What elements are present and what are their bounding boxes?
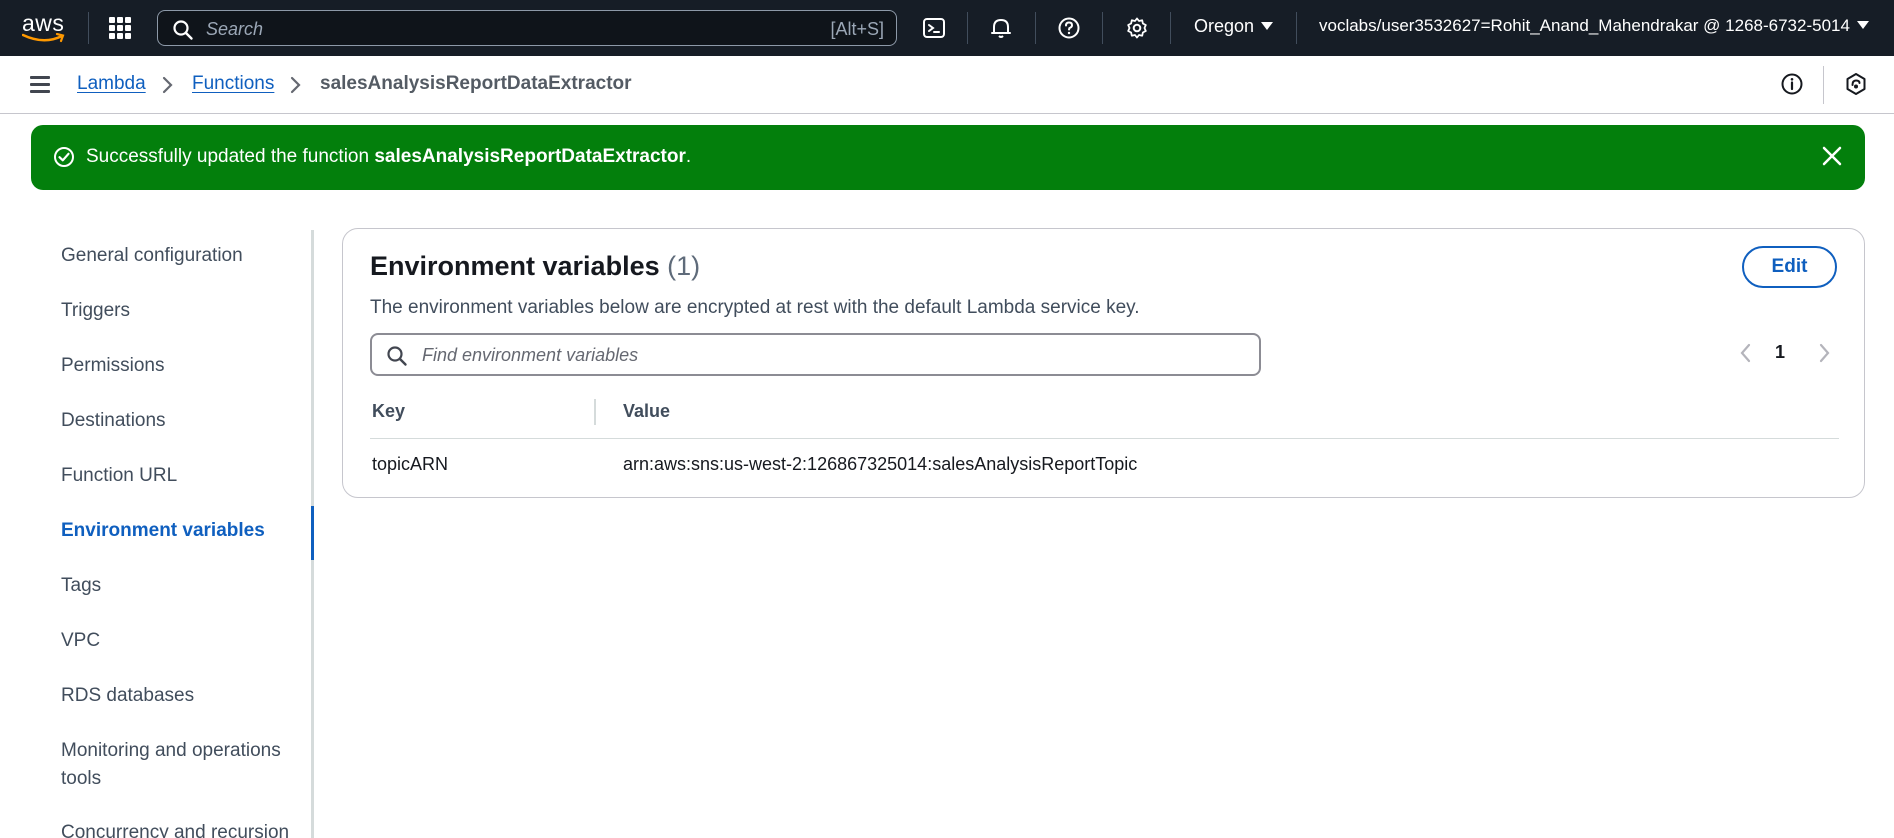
- flash-message: Successfully updated the function salesA…: [86, 146, 691, 168]
- chevron-right-icon: [162, 76, 173, 94]
- search-placeholder: Search: [206, 19, 264, 39]
- aws-smile-icon: [22, 33, 65, 43]
- flash-prefix: Successfully updated the function: [86, 146, 375, 167]
- chevron-right-icon[interactable]: [1817, 342, 1831, 364]
- sidenav-item-destinations[interactable]: Destinations: [61, 407, 166, 435]
- panel-count: (1): [667, 251, 701, 281]
- table-header-divider: [370, 438, 1839, 439]
- aws-logo[interactable]: aws: [20, 10, 68, 46]
- apps-icon[interactable]: [109, 17, 131, 39]
- sidenav-item-monitoring-line2[interactable]: tools: [61, 765, 101, 793]
- region-label: Oregon: [1194, 16, 1255, 36]
- panel-description: The environment variables below are encr…: [370, 297, 1140, 318]
- filter-placeholder: Find environment variables: [422, 345, 639, 365]
- menu-icon[interactable]: [30, 76, 50, 93]
- cloudshell-icon[interactable]: [922, 16, 946, 40]
- flash-function-name: salesAnalysisReportDataExtractor: [374, 146, 686, 167]
- region-selector[interactable]: Oregon: [1194, 16, 1274, 37]
- flash-suffix: .: [685, 146, 692, 167]
- close-icon[interactable]: [1821, 145, 1843, 167]
- chevron-right-icon: [290, 76, 301, 94]
- success-flash: Successfully updated the function salesA…: [31, 125, 1865, 190]
- caret-down-icon: [1261, 22, 1274, 30]
- breadcrumb-lambda[interactable]: Lambda: [77, 73, 146, 95]
- panel-title: Environment variables (1): [370, 251, 700, 282]
- notifications-hex-icon[interactable]: [1844, 72, 1868, 96]
- page-number[interactable]: 1: [1775, 342, 1785, 363]
- find-environment-variables-input[interactable]: Find environment variables: [370, 333, 1261, 376]
- divider: [88, 12, 89, 44]
- info-icon[interactable]: [1780, 72, 1804, 96]
- bell-icon[interactable]: [989, 16, 1013, 40]
- search-icon: [387, 346, 407, 366]
- env-var-value: arn:aws:sns:us-west-2:126867325014:sales…: [623, 454, 1138, 474]
- search-icon: [173, 20, 193, 40]
- sidenav-active-indicator: [311, 506, 314, 560]
- top-navigation: aws Search [Alt+S] Oregon voclabs/user35…: [0, 0, 1894, 56]
- env-var-key: topicARN: [372, 454, 449, 474]
- sidenav-item-concurrency[interactable]: Concurrency and recursion: [61, 819, 289, 838]
- sidenav-item-function-url[interactable]: Function URL: [61, 462, 177, 490]
- sidenav-item-tags[interactable]: Tags: [61, 572, 101, 600]
- configuration-sidenav: General configuration Triggers Permissio…: [0, 230, 314, 838]
- column-header-value: Value: [623, 401, 671, 421]
- caret-down-icon: [1856, 21, 1869, 29]
- divider: [1170, 12, 1171, 44]
- sidenav-item-environment-variables[interactable]: Environment variables: [61, 517, 265, 545]
- divider: [1296, 12, 1297, 44]
- success-check-icon: [54, 147, 74, 167]
- sidenav-item-general-configuration[interactable]: General configuration: [61, 242, 243, 270]
- divider: [1823, 66, 1824, 104]
- search-shortcut: [Alt+S]: [830, 19, 884, 39]
- help-icon[interactable]: [1057, 16, 1081, 40]
- panel-title-text: Environment variables: [370, 251, 660, 281]
- breadcrumb: Lambda Functions salesAnalysisReportData…: [0, 56, 1894, 114]
- sidenav-item-triggers[interactable]: Triggers: [61, 297, 130, 325]
- account-label: voclabs/user3532627=Rohit_Anand_Mahendra…: [1319, 16, 1850, 35]
- breadcrumb-functions[interactable]: Functions: [192, 73, 274, 95]
- divider: [967, 12, 968, 44]
- edit-button[interactable]: Edit: [1742, 246, 1837, 288]
- sidenav-item-permissions[interactable]: Permissions: [61, 352, 164, 380]
- divider: [1102, 12, 1103, 44]
- divider: [1035, 12, 1036, 44]
- search-input[interactable]: Search [Alt+S]: [157, 10, 897, 46]
- column-header-key: Key: [372, 401, 406, 421]
- sidenav-item-rds-databases[interactable]: RDS databases: [61, 682, 194, 710]
- sidenav-item-monitoring[interactable]: Monitoring and operations: [61, 737, 281, 765]
- sidenav-item-vpc[interactable]: VPC: [61, 627, 100, 655]
- gear-icon[interactable]: [1125, 16, 1149, 40]
- environment-variables-panel: Environment variables (1) Edit The envir…: [342, 228, 1865, 498]
- breadcrumb-current: salesAnalysisReportDataExtractor: [320, 73, 632, 94]
- account-menu[interactable]: voclabs/user3532627=Rohit_Anand_Mahendra…: [1319, 16, 1869, 36]
- column-resizer[interactable]: [594, 399, 596, 425]
- chevron-left-icon[interactable]: [1739, 342, 1753, 364]
